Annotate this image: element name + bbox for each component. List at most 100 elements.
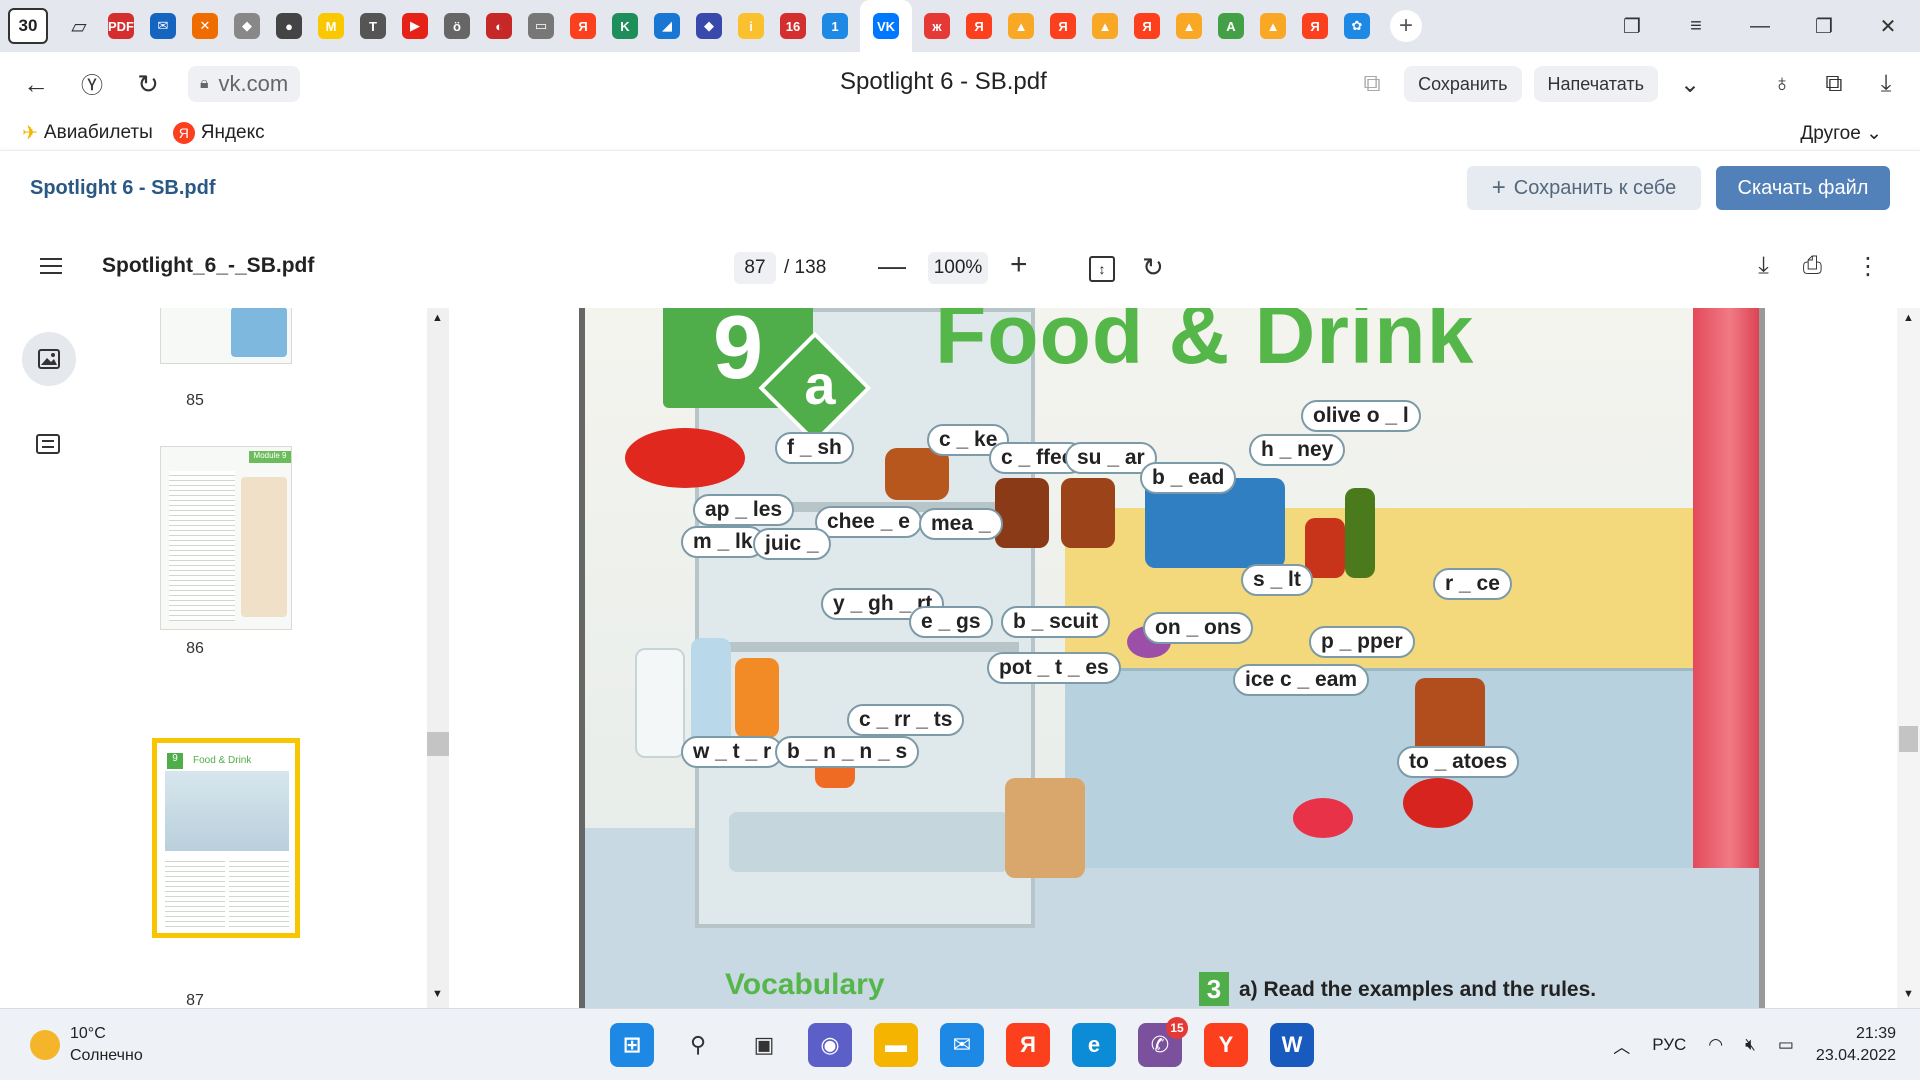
windows-start-icon[interactable]: ⊞ [610,1023,654,1067]
one-tab-icon[interactable]: 1 [822,13,848,39]
k-tab-icon[interactable]: K [612,13,638,39]
zoom-in-button[interactable]: + [1010,248,1028,282]
yandex-tab-icon[interactable]: Я [570,13,596,39]
pdf-viewport[interactable]: 9 a Food & Drink f _ sh c _ ke c _ ffee … [449,308,1897,1008]
green-tab-icon[interactable]: A [1218,13,1244,39]
back-button[interactable]: ← [16,64,56,104]
download-file-button[interactable]: Скачать файл [1716,166,1890,210]
yandex-id-icon[interactable]: Ⓨ [72,64,112,104]
weather-widget[interactable]: 10°C Солнечно [30,1023,143,1067]
yandex-tab-icon[interactable]: Я [966,13,992,39]
print-button[interactable]: Напечатать [1533,66,1658,102]
mail-tab-icon[interactable]: ✉ [150,13,176,39]
thumbnail-scrollbar[interactable]: ▲ ▼ [427,308,449,1008]
scroll-up-arrow[interactable]: ▲ [1903,312,1914,324]
restore-button[interactable]: ❐ [1792,14,1856,39]
battery-icon[interactable]: ▭ [1778,1035,1794,1055]
viber-icon[interactable]: ✆ 15 [1138,1017,1188,1067]
puzzle-tab-icon[interactable]: ◆ [234,13,260,39]
t-tab-icon[interactable]: T [360,13,386,39]
fit-page-icon[interactable]: ↕ [1089,256,1115,282]
bookmark-yandex[interactable]: Я Яндекс [172,122,265,144]
image-tab-icon[interactable]: ▲ [1260,13,1286,39]
teams-icon[interactable]: ◉ [808,1023,852,1067]
o-tab-icon[interactable]: ö [444,13,470,39]
explorer-icon[interactable]: ▬ [874,1023,918,1067]
page-number-input[interactable]: 87 [734,252,776,284]
edge-icon[interactable]: e [1072,1023,1116,1067]
outline-view-icon[interactable] [36,434,60,454]
cube-tab-icon[interactable]: ◆ [696,13,722,39]
zoom-level-field[interactable]: 100% [928,252,988,284]
yandex-tab-icon[interactable]: Я [1134,13,1160,39]
image-tab-icon[interactable]: ▲ [1092,13,1118,39]
save-to-self-button[interactable]: + Сохранить к себе [1467,166,1701,210]
minimize-button[interactable]: — [1728,15,1792,38]
scroll-down-arrow[interactable]: ▼ [432,988,443,1000]
search-icon[interactable]: ⚲ [676,1023,720,1067]
language-indicator[interactable]: РУС [1652,1035,1686,1055]
volume-icon[interactable]: 🔇︎ [1745,1035,1756,1055]
menu-icon[interactable]: ≡ [1664,15,1728,38]
image-tab-icon[interactable]: ▲ [1176,13,1202,39]
miro-tab-icon[interactable]: M [318,13,344,39]
orange-tab-icon[interactable]: ✕ [192,13,218,39]
page-tab-icon[interactable]: ◐ [486,13,512,39]
scroll-down-arrow[interactable]: ▼ [1903,988,1914,1000]
scroll-thumb[interactable] [1899,726,1918,752]
vk-doc-title[interactable]: Spotlight 6 - SB.pdf [30,177,216,200]
thumbnail-page[interactable]: Module 9 [160,446,292,630]
scroll-up-arrow[interactable]: ▲ [432,312,443,324]
sixteen-tab-icon[interactable]: 16 [780,13,806,39]
new-tab-button[interactable]: + [1390,10,1422,42]
task-view-icon[interactable]: ▣ [742,1023,786,1067]
reload-button[interactable]: ↻ [128,64,168,104]
tab-counter-badge[interactable]: 30 [8,8,48,44]
bookmark-avia[interactable]: ✈ Авиабилеты [22,122,153,145]
wifi-icon[interactable]: ◠ [1708,1035,1723,1055]
download-icon[interactable]: ⤓ [1866,64,1906,104]
yandex-tab-icon[interactable]: Я [1050,13,1076,39]
image-tab-icon[interactable]: ▲ [1008,13,1034,39]
rotate-icon[interactable]: ↻ [1142,252,1164,283]
download-icon[interactable]: ⤓ [1758,252,1769,281]
copy-icon[interactable]: ⧉ [1352,64,1392,104]
bucket-tab-icon[interactable]: ✿ [1344,13,1370,39]
url-field[interactable]: 🔒︎ vk.com [188,66,301,102]
thumbnail-page-number: 87 [186,992,204,1008]
bookmarks-other[interactable]: Другое ⌄ [1800,122,1882,145]
avatar-tab-icon[interactable]: ● [276,13,302,39]
thumbnail-page-selected[interactable]: 9 Food & Drink [152,738,300,938]
pdf-tab-icon[interactable]: PDF [108,13,134,39]
i-tab-icon[interactable]: i [738,13,764,39]
clock[interactable]: 21:39 23.04.2022 [1816,1023,1896,1067]
yandex-icon[interactable]: Я [1006,1023,1050,1067]
document-scrollbar[interactable]: ▲ ▼ [1897,308,1920,1008]
system-tray: ︿ РУС ◠ 🔇︎ ▭ 21:39 23.04.2022 [1613,1023,1896,1067]
thumbnail-page[interactable] [160,308,292,364]
print-icon[interactable]: ⎙ [1803,252,1822,281]
scroll-thumb[interactable] [427,732,449,756]
chevron-down-icon[interactable]: ⌄ [1670,64,1710,104]
save-button[interactable]: Сохранить [1404,66,1522,102]
active-tab[interactable]: VK [860,0,912,52]
youtube-tab-icon[interactable]: ▶ [402,13,428,39]
zoom-out-button[interactable]: — [878,250,906,282]
more-options-icon[interactable]: ⋮ [1856,252,1880,281]
label-tomatoes: to _ atoes [1397,746,1520,778]
new-folder-icon[interactable]: ▱ [66,13,92,39]
doc-tab-icon[interactable]: ▭ [528,13,554,39]
hamburger-menu-icon[interactable] [40,258,62,274]
mail-icon[interactable]: ✉ [940,1023,984,1067]
blue-tab-icon[interactable]: ◢ [654,13,680,39]
red-tab-icon[interactable]: ж [924,13,950,39]
chevron-up-icon[interactable]: ︿ [1613,1033,1630,1058]
yandex-browser-icon[interactable]: Y [1204,1023,1248,1067]
collections-icon[interactable]: ❐ [1600,14,1664,39]
protect-icon[interactable]: ♁ [1762,64,1802,104]
tabs-icon[interactable]: ⧉ [1814,64,1854,104]
thumbnails-view-icon[interactable] [22,332,76,386]
word-icon[interactable]: W [1270,1023,1314,1067]
close-button[interactable]: ✕ [1856,14,1920,39]
yandex-tab-icon[interactable]: Я [1302,13,1328,39]
